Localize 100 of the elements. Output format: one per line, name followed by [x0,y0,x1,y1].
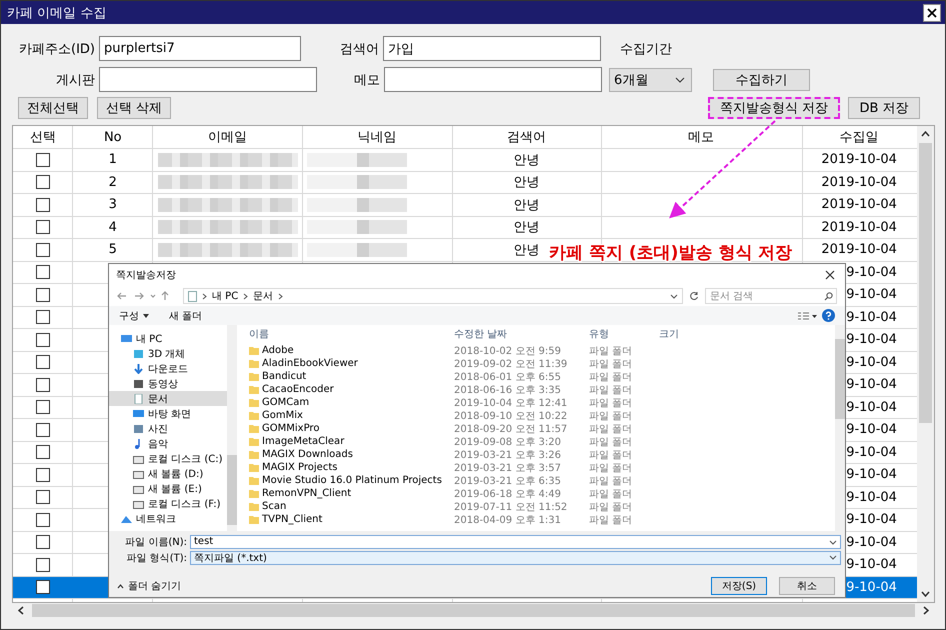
scrollbar[interactable] [835,325,845,531]
save-button[interactable]: DB 저장 [848,97,920,119]
nav-item[interactable]: 새 볼륨 (E:) [109,481,227,496]
date-text[interactable]: 2019-10-04 [821,197,897,212]
organize-button[interactable]: 구성 [119,308,139,322]
nav-item[interactable]: 문서 [109,391,227,406]
date-text[interactable]: 2019-10-04 [821,220,897,235]
date-text[interactable]: 9-10-04 [846,310,897,325]
chevron-icon[interactable] [829,540,837,544]
period-dropdown[interactable]: 6개월 [609,68,692,92]
nav-item[interactable]: 바탕 화면 [109,406,227,421]
close-button[interactable] [923,4,941,22]
checkbox[interactable] [36,310,50,324]
file-type-dropdown[interactable]: 쪽지파일 (*.txt) [190,550,841,564]
file-name[interactable]: RemonVPN_Client [245,488,450,499]
help-icon[interactable] [822,309,835,322]
date-text[interactable]: 9-10-04 [846,534,897,550]
save-button[interactable]: 쪽지발송형식 저장 [708,97,840,119]
nav-item[interactable]: 새 볼륨 (D:) [109,466,227,481]
input-field[interactable]: 가입 [383,36,601,61]
date-text[interactable]: 9-10-04 [846,512,897,528]
nav-item[interactable]: 음악 [109,436,227,451]
checkbox[interactable] [36,468,50,482]
date-text[interactable]: 9-10-04 [846,264,897,280]
column-header[interactable]: 이메일 [152,126,302,148]
hide-folders-link[interactable]: 폴더 숨기기 [128,579,182,593]
breadcrumb-item[interactable]: 문서 [253,289,274,303]
file-name[interactable]: GomMix [245,410,450,421]
checkbox[interactable] [36,242,50,257]
scrollbar[interactable] [227,325,237,531]
file-name[interactable]: GOMCam [245,397,450,408]
date-text[interactable]: 2019-10-04 [821,242,897,258]
file-name-field[interactable]: test [190,534,841,548]
column-header[interactable]: 메모 [600,126,802,148]
checkbox[interactable] [36,558,50,572]
collect-button[interactable]: 수집하기 [713,68,810,90]
checkbox[interactable] [36,512,50,527]
nav-item[interactable]: 네트워크 [109,511,227,526]
nav-item[interactable]: 로컬 디스크 (F:) [109,496,227,511]
date-text[interactable]: 2019-10-04 [821,152,897,168]
date-text[interactable]: 9-10-04 [846,400,897,415]
column-header[interactable]: 닉네임 [302,126,452,148]
file-name[interactable]: Movie Studio 16.0 Platinum Projects [245,475,450,486]
dropdown-icon[interactable] [143,314,149,318]
search-field[interactable]: 문서 검색 [705,288,837,304]
file-name[interactable]: CacaoEncoder [245,384,450,395]
breadcrumb-item[interactable]: 내 PC [212,289,238,303]
input-field[interactable] [384,67,602,92]
checkbox[interactable] [36,535,50,550]
nav-item[interactable]: 동영상 [109,376,227,391]
file-name[interactable]: Bandicut [245,371,450,382]
date-text[interactable]: 9-10-04 [846,354,897,370]
input-field[interactable]: purplertsi7 [99,36,301,61]
address-bar[interactable]: 내 PC 문서 [183,288,683,304]
checkbox[interactable] [36,220,50,234]
column-header[interactable]: 수집일 [801,126,918,148]
new-folder-button[interactable]: 새 폴더 [169,308,202,322]
file-name[interactable]: GOMMixPro [245,423,450,434]
file-name[interactable]: Scan [245,501,450,512]
checkbox[interactable] [36,445,50,460]
column-header[interactable]: 수정한 날짜 [450,326,585,340]
date-text[interactable]: 9-10-04 [846,490,897,505]
date-text[interactable]: 2019-10-04 [821,174,897,190]
checkbox[interactable] [36,378,50,392]
nav-item[interactable]: 3D 개체 [109,346,227,361]
file-name[interactable]: MAGIX Projects [245,462,450,473]
file-name[interactable]: AladinEbookViewer [245,358,450,369]
view-options-icon[interactable] [798,312,818,320]
column-header[interactable]: 선택 [13,126,73,148]
checkbox[interactable] [36,152,50,167]
column-header[interactable]: 이름 [245,326,450,340]
checkbox[interactable] [36,332,50,347]
file-name[interactable]: TVPN_Client [245,514,450,525]
scrollbar[interactable] [917,126,934,602]
checkbox[interactable] [36,355,50,370]
date-text[interactable]: 9-10-04 [846,287,897,302]
checkbox[interactable] [36,400,50,414]
input-field[interactable] [99,67,317,92]
close-icon[interactable] [825,270,835,280]
column-header[interactable]: 검색어 [452,126,601,148]
column-header[interactable]: No [72,126,153,148]
date-text[interactable]: 9-10-04 [846,444,897,460]
file-name[interactable]: MAGIX Downloads [245,449,450,460]
date-text[interactable]: 9-10-04 [846,422,897,438]
chevron-icon[interactable] [670,294,678,298]
date-text[interactable]: 9-10-04 [846,377,897,392]
refresh-icon[interactable] [689,291,699,301]
nav-item[interactable]: 로컬 디스크 (C:) [109,451,227,466]
date-text[interactable]: 9-10-04 [846,332,897,348]
nav-item[interactable]: 사진 [109,421,227,436]
column-header[interactable]: 유형 [585,326,655,340]
checkbox[interactable] [36,580,50,594]
checkbox[interactable] [36,422,50,437]
save-button[interactable]: 저장(S) [711,577,767,595]
nav-item[interactable]: 내 PC [109,331,227,346]
scroll-thumb[interactable] [919,143,932,423]
checkbox[interactable] [36,288,50,302]
chevron-icon[interactable] [117,584,124,588]
checkbox[interactable] [36,490,50,504]
file-name[interactable]: ImageMetaClear [245,436,450,447]
